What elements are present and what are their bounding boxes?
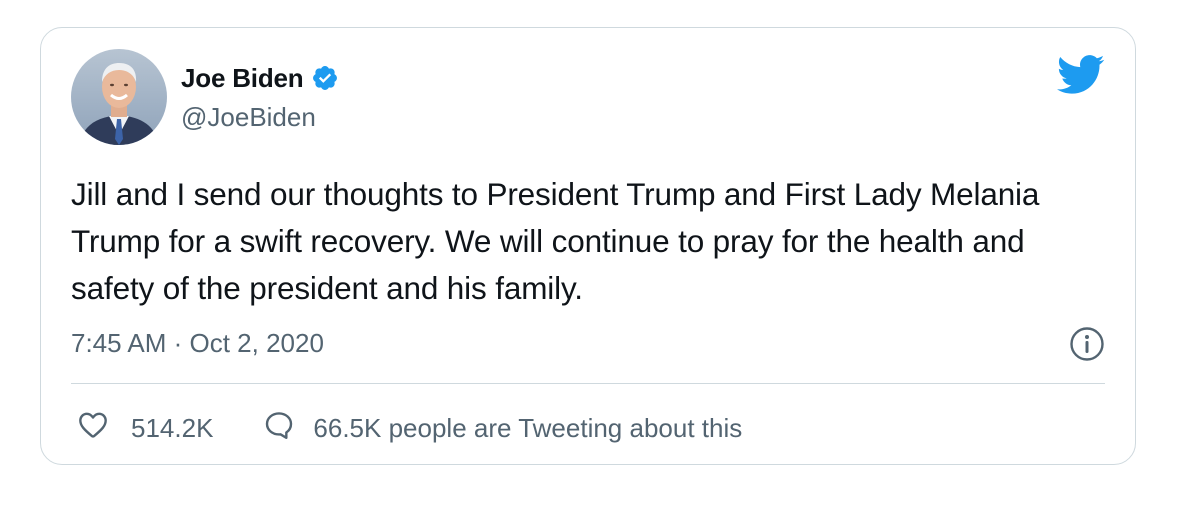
tweeting-link[interactable]: 66.5K people are Tweeting about this <box>263 409 742 448</box>
tweet-text: Jill and I send our thoughts to Presiden… <box>71 176 1040 306</box>
speech-bubble-icon <box>263 409 295 448</box>
avatar[interactable] <box>71 49 167 145</box>
like-count: 514.2K <box>131 412 214 443</box>
heart-icon <box>77 409 109 448</box>
tweeting-count-text: 66.5K people are Tweeting about this <box>313 412 743 443</box>
twitter-bird-icon[interactable] <box>1056 55 1105 95</box>
avatar-photo <box>71 49 167 145</box>
verified-badge-icon <box>311 64 339 92</box>
tweet-timestamp[interactable]: 7:45 AM · Oct 2, 2020 <box>71 328 324 359</box>
divider <box>71 383 1105 384</box>
author-handle[interactable]: @JoeBiden <box>181 102 316 133</box>
like-button[interactable]: 514.2K <box>77 409 213 448</box>
action-bar: 514.2K 66.5K people are Tweeting about t… <box>77 408 742 448</box>
tweet-card[interactable]: Joe Biden @JoeBiden Jill and I send our … <box>40 27 1136 465</box>
author-name[interactable]: Joe Biden <box>181 63 304 94</box>
info-icon[interactable] <box>1069 326 1105 362</box>
author-row[interactable]: Joe Biden <box>181 61 339 95</box>
